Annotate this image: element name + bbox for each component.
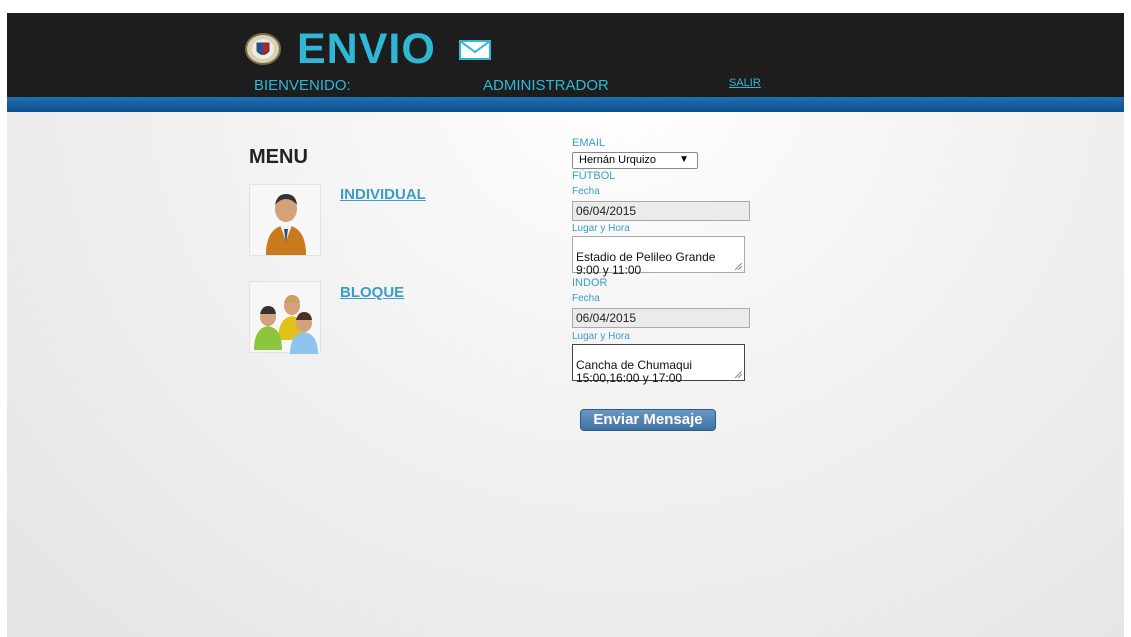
envelope-icon	[459, 40, 491, 60]
indor-place-textarea[interactable]: Cancha de Chumaqui 15:00,16:00 y 17:00	[572, 344, 745, 385]
header-bar: ENVIO BIENVENIDO: ADMINISTRADOR SALIR	[7, 13, 1124, 97]
single-user-icon[interactable]	[249, 184, 321, 256]
send-message-button[interactable]: Enviar Mensaje	[580, 409, 716, 431]
user-name: ADMINISTRADOR	[483, 77, 609, 94]
dropdown-arrow-icon: ▼	[679, 154, 689, 165]
header-divider-strip	[7, 97, 1124, 112]
indor-place-label: Lugar y Hora	[572, 331, 630, 342]
futbol-place-textarea[interactable]: Estadio de Pelileo Grande 9:00 y 11:00	[572, 236, 745, 277]
indor-date-field[interactable]: 06/04/2015	[572, 308, 750, 328]
logout-link[interactable]: SALIR	[729, 77, 761, 89]
futbol-date-label: Fecha	[572, 186, 600, 197]
app-logo-title: ENVIO	[297, 25, 436, 73]
email-label: EMAIL	[572, 137, 606, 149]
futbol-place-label: Lugar y Hora	[572, 223, 630, 234]
email-select[interactable]: Hernán Urquizo ▼	[572, 152, 698, 169]
futbol-section-label: FÚTBOL	[572, 170, 616, 182]
page-background: ENVIO BIENVENIDO: ADMINISTRADOR SALIR ME…	[7, 13, 1124, 637]
resize-grip-icon[interactable]	[735, 371, 742, 378]
futbol-date-field[interactable]: 06/04/2015	[572, 201, 750, 221]
indor-place-text: Cancha de Chumaqui 15:00,16:00 y 17:00	[576, 358, 693, 385]
indor-section-label: INDOR	[572, 277, 608, 289]
menu-item-bloque[interactable]: BLOQUE	[340, 284, 404, 301]
crest-icon	[245, 33, 281, 65]
menu-item-individual[interactable]: INDIVIDUAL	[340, 186, 426, 203]
futbol-place-text: Estadio de Pelileo Grande 9:00 y 11:00	[576, 250, 716, 277]
user-group-icon[interactable]	[249, 281, 321, 354]
indor-date-label: Fecha	[572, 293, 600, 304]
welcome-label: BIENVENIDO:	[254, 77, 351, 94]
menu-title: MENU	[249, 146, 308, 168]
resize-grip-icon[interactable]	[735, 263, 742, 270]
email-selected-value: Hernán Urquizo	[579, 154, 657, 166]
